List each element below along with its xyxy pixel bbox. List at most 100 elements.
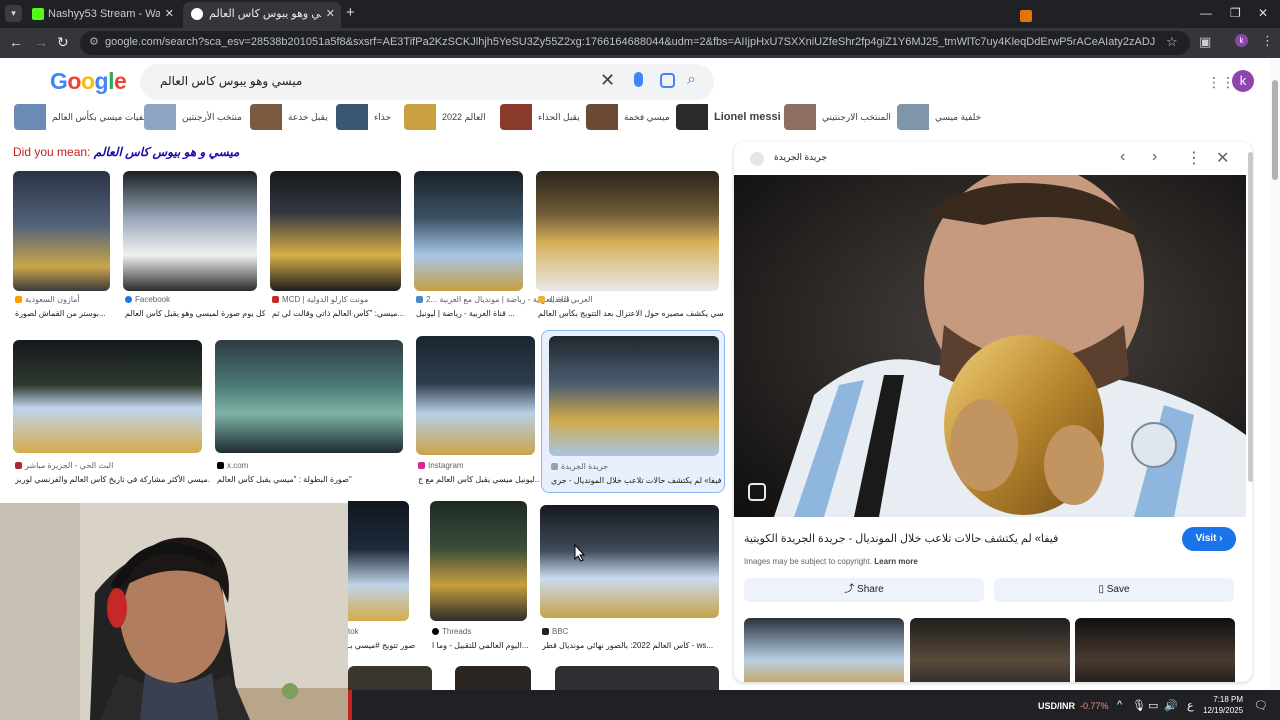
result-image[interactable] xyxy=(430,501,527,621)
result-title[interactable]: بوستر من القماش لصورة... xyxy=(15,309,125,318)
address-bar[interactable]: ⚙ google.com/search?sca_esv=28538b201051… xyxy=(80,31,1190,55)
result-image[interactable] xyxy=(13,171,110,291)
chip-item[interactable]: خلفيات ميسي بكأس العالم xyxy=(14,104,152,130)
browser-menu-icon[interactable]: ⋮ xyxy=(1261,33,1274,49)
result-image[interactable] xyxy=(555,666,719,692)
result-image[interactable] xyxy=(549,336,719,456)
chip-item[interactable]: منتخب الأرجنتين xyxy=(144,104,244,130)
search-icon[interactable]: ⌕ xyxy=(687,71,696,89)
minimize-icon[interactable]: — xyxy=(1200,6,1212,20)
tab-search-button[interactable]: ▾ xyxy=(5,5,22,22)
search-box[interactable]: ميسي وهو يبوس كاس العالم ✕ ⌕ xyxy=(140,64,714,100)
chip-item[interactable]: حذاء xyxy=(336,104,396,130)
clear-search-icon[interactable]: ✕ xyxy=(600,70,615,91)
chip-item[interactable]: ميسي فخمة xyxy=(586,104,670,130)
result-image[interactable] xyxy=(123,171,257,291)
result-title[interactable]: قناة العربية - رياضة | ليونيل ... xyxy=(416,309,528,318)
related-image[interactable] xyxy=(910,618,1070,682)
result-source[interactable]: Threads xyxy=(432,627,471,636)
save-button[interactable]: ▯ Save xyxy=(994,578,1234,602)
tab-nashyy-stream[interactable]: Nashyy53 Stream - Watch Live ✕ xyxy=(30,2,180,28)
result-image[interactable] xyxy=(13,340,202,453)
result-image[interactable] xyxy=(270,171,401,291)
scrollbar-thumb[interactable] xyxy=(1272,80,1278,180)
search-input[interactable]: ميسي وهو يبوس كاس العالم xyxy=(160,74,302,88)
share-button[interactable]: ⤴ Share xyxy=(744,578,984,602)
result-source[interactable]: x.com xyxy=(217,461,248,470)
input-language[interactable]: ع xyxy=(1187,699,1194,712)
result-title[interactable]: كأس العالم 2022: بالصور نهائي مونديال قط… xyxy=(542,641,722,650)
restore-icon[interactable]: ❐ xyxy=(1230,6,1241,20)
chip-item[interactable]: Lionel messi xyxy=(676,104,781,130)
network-icon[interactable]: ▭ xyxy=(1148,699,1158,712)
result-image[interactable] xyxy=(416,336,535,455)
system-clock[interactable]: 7:18 PM 12/19/2025 xyxy=(1203,694,1243,716)
result-source[interactable]: أمازون السعودية xyxy=(15,295,80,304)
voice-search-icon[interactable] xyxy=(634,72,643,87)
result-title[interactable]: اليوم العالمي للتقبيل - وما ا... xyxy=(432,641,532,650)
currency-widget-icon[interactable] xyxy=(1020,10,1032,22)
google-logo[interactable]: Google xyxy=(50,68,127,95)
result-source[interactable]: البث الحي - الجزيرة مباشر xyxy=(15,461,113,470)
result-image[interactable] xyxy=(348,501,409,621)
google-apps-icon[interactable]: ⋮⋮ xyxy=(1207,75,1235,89)
close-tab-icon[interactable]: ✕ xyxy=(165,2,174,26)
microphone-icon[interactable]: 🎙 xyxy=(1132,699,1146,712)
result-title[interactable]: صورة البطولة : "ميسي يقبل كأس العالم" xyxy=(217,475,412,484)
learn-more-link[interactable]: Learn more xyxy=(874,557,918,566)
chip-item[interactable]: يقبل الحذاء xyxy=(500,104,580,130)
tray-expand-icon[interactable]: ^ xyxy=(1117,699,1122,711)
currency-pair[interactable]: USD/INR xyxy=(1038,701,1075,711)
panel-site-name[interactable]: جريدة الجريدة xyxy=(774,152,827,163)
forward-icon[interactable]: → xyxy=(34,34,48,50)
result-title[interactable]: ميسي يكشف مصيره حول الاعتزال بعد التتويج… xyxy=(538,309,723,318)
close-panel-icon[interactable]: ✕ xyxy=(1216,148,1229,168)
visual-search-icon[interactable] xyxy=(748,483,766,501)
lens-icon[interactable] xyxy=(660,73,675,88)
result-image[interactable] xyxy=(540,505,719,618)
chip-item[interactable]: المنتخب الارجنتيني xyxy=(784,104,891,130)
result-title[interactable]: ميسي الأكثر مشاركة في تاريخ كأس العالم و… xyxy=(15,475,210,484)
spelling-correction-link[interactable]: ميسي و هو بيوس كاس العالم xyxy=(94,145,240,159)
result-source[interactable]: tok xyxy=(348,627,359,636)
result-image[interactable] xyxy=(215,340,403,453)
chip-item[interactable]: العالم 2022 xyxy=(404,104,494,130)
extensions-icon[interactable]: ▣ xyxy=(1199,34,1211,50)
result-source[interactable]: جريدة الجريدة xyxy=(551,462,608,471)
preview-image[interactable] xyxy=(734,175,1246,517)
chip-item[interactable]: يقبل خدعة xyxy=(250,104,330,130)
panel-scrollbar[interactable] xyxy=(1248,152,1253,482)
result-source[interactable]: MCD | مونت كارلو الدولية xyxy=(272,295,368,304)
result-title[interactable]: ليونيل ميسي يقبل كأس العالم مع ج... xyxy=(418,475,540,484)
bookmark-star-icon[interactable]: ☆ xyxy=(1166,34,1178,50)
related-image[interactable] xyxy=(744,618,904,682)
result-image[interactable] xyxy=(348,666,432,692)
close-window-icon[interactable]: ✕ xyxy=(1258,6,1268,20)
result-image[interactable] xyxy=(536,171,719,291)
more-options-icon[interactable]: ⋮ xyxy=(1186,148,1202,168)
next-icon[interactable]: › xyxy=(1152,148,1157,166)
panel-title[interactable]: فيفا» لم يكتشف حالات تلاعب خلال المونديا… xyxy=(744,532,1058,545)
result-title[interactable]: ميسي: "كأس العالم ذاتي وقالت لي ثم... xyxy=(272,309,407,318)
result-source[interactable]: العربي الجديد xyxy=(538,295,593,304)
new-tab-button[interactable]: + xyxy=(346,4,355,21)
notification-icon[interactable]: 🗨 xyxy=(1254,699,1268,712)
result-source[interactable]: Facebook xyxy=(125,295,170,304)
back-icon[interactable]: ← xyxy=(9,34,23,50)
close-tab-icon[interactable]: ✕ xyxy=(326,2,335,26)
result-source[interactable]: BBC xyxy=(542,627,568,636)
result-image[interactable] xyxy=(414,171,523,291)
visit-button[interactable]: Visit › xyxy=(1182,527,1236,551)
volume-icon[interactable]: 🔊 xyxy=(1164,699,1178,712)
result-title[interactable]: فيفا» لم يكتشف حالات تلاعب خلال المونديا… xyxy=(551,476,721,485)
profile-avatar[interactable]: k xyxy=(1235,34,1248,47)
site-info-icon[interactable]: ⚙ xyxy=(89,35,99,48)
account-avatar[interactable]: k xyxy=(1232,70,1254,92)
result-title[interactable]: كل يوم صورة لميسي وهو يقبل كأس العالم xyxy=(125,309,265,318)
reload-icon[interactable]: ↻ xyxy=(57,34,69,51)
result-image[interactable] xyxy=(455,666,531,692)
page-scrollbar[interactable] xyxy=(1270,60,1280,690)
tab-google-search[interactable]: ميسي وهو يبوس كاس العالم - ✕ xyxy=(183,2,341,28)
result-title[interactable]: صور تتويج #ميسي بـ... xyxy=(348,641,416,650)
previous-icon[interactable]: ‹ xyxy=(1120,148,1125,166)
